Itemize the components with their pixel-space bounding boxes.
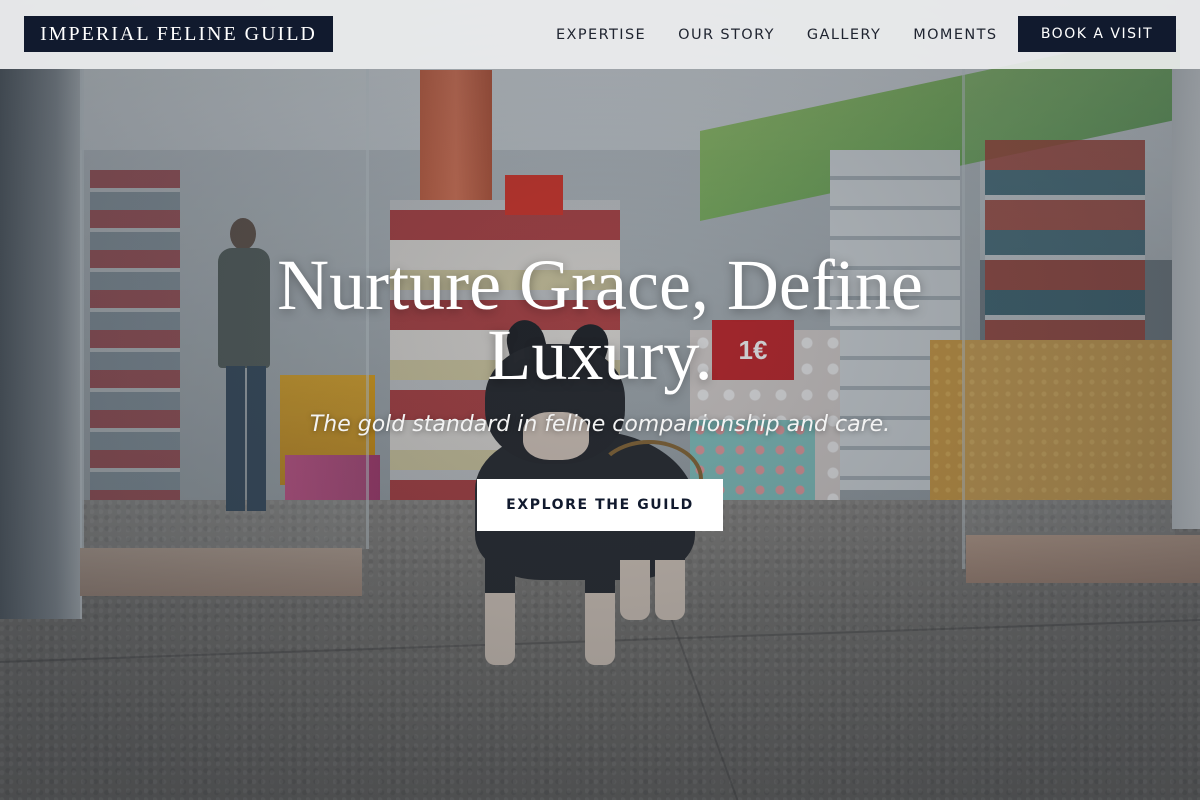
hero-content: Nurture Grace, Define Luxury. The gold s… <box>0 245 1200 531</box>
page: 1€ IMPERIAL FEL <box>0 0 1200 800</box>
hero-subtitle: The gold standard in feline companionshi… <box>309 412 891 437</box>
hero-title: Nurture Grace, Define Luxury. <box>277 245 923 395</box>
nav-link-expertise[interactable]: EXPERTISE <box>556 27 646 43</box>
nav-link-gallery[interactable]: GALLERY <box>807 27 881 43</box>
nav-link-our-story[interactable]: OUR STORY <box>678 27 775 43</box>
explore-guild-button[interactable]: EXPLORE THE GUILD <box>477 479 723 531</box>
nav-links: EXPERTISE OUR STORY GALLERY MOMENTS <box>540 0 1014 69</box>
nav-link-moments[interactable]: MOMENTS <box>913 27 997 43</box>
book-visit-button[interactable]: BOOK A VISIT <box>1018 16 1176 52</box>
top-navbar: IMPERIAL FELINE GUILD EXPERTISE OUR STOR… <box>0 0 1200 69</box>
brand-logo[interactable]: IMPERIAL FELINE GUILD <box>24 16 333 52</box>
